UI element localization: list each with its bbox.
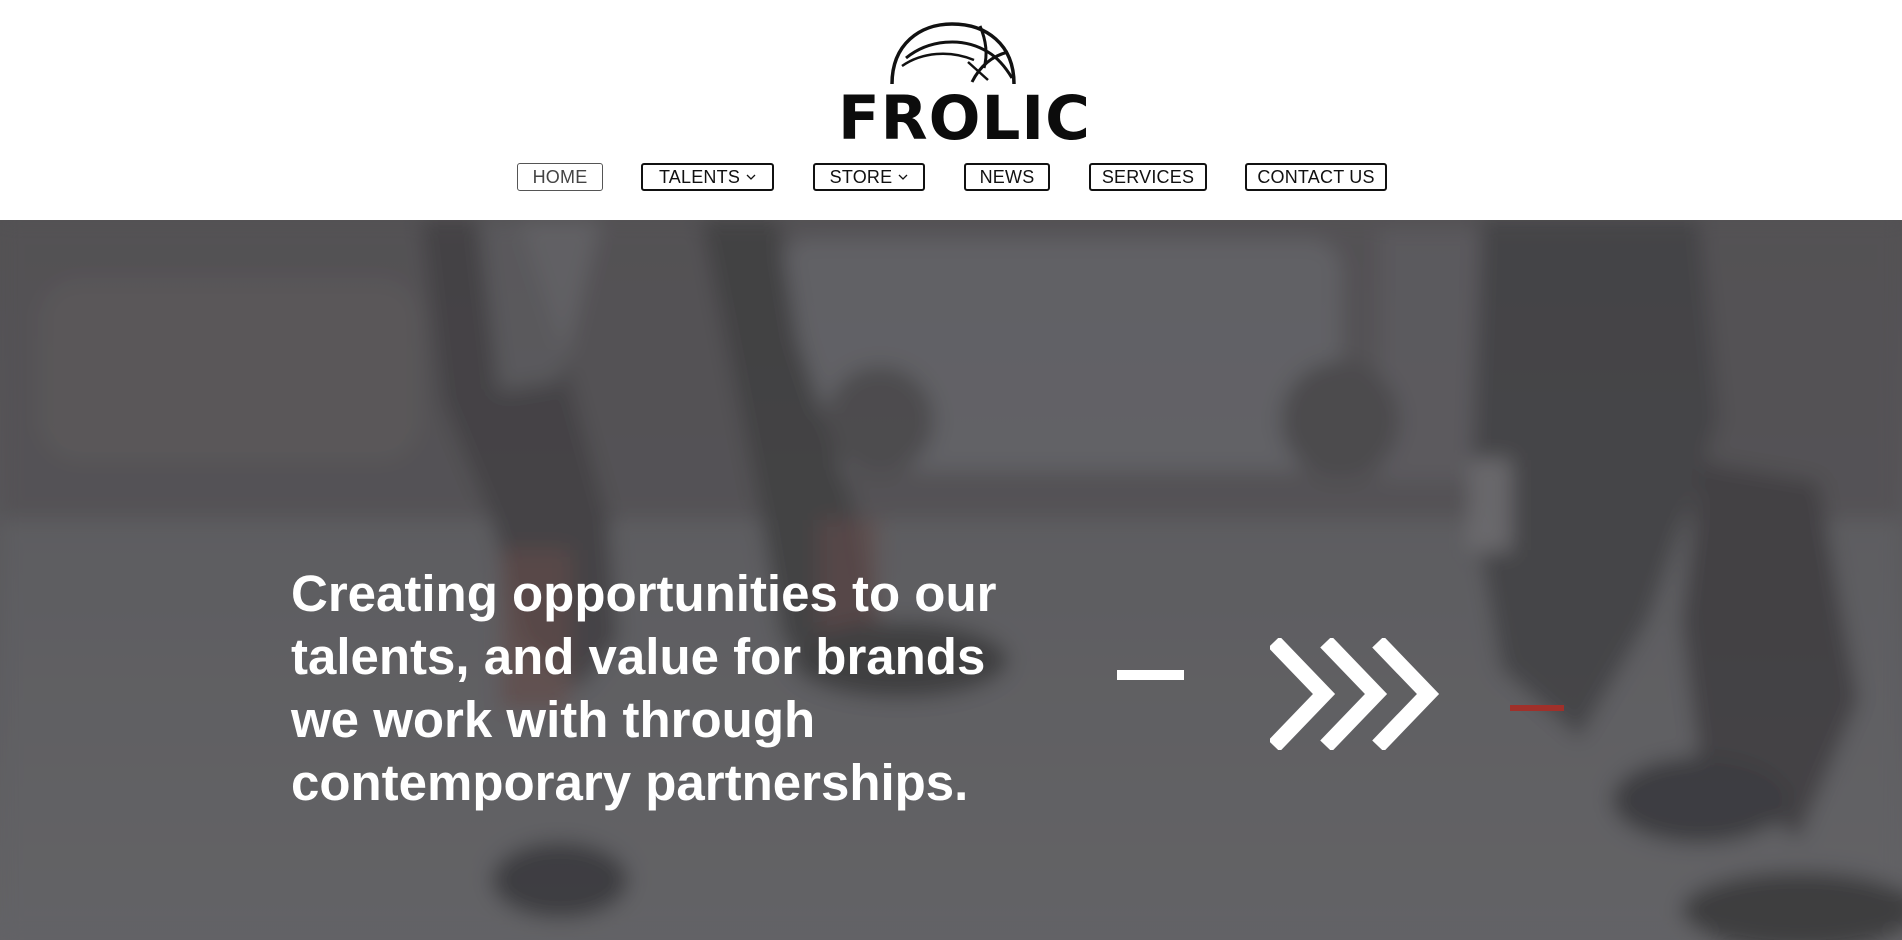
- hero-section: Creating opportunities to our talents, a…: [0, 220, 1902, 940]
- nav-store-label: STORE: [829, 166, 893, 187]
- nav-services[interactable]: SERVICES: [1089, 163, 1207, 191]
- nav-home[interactable]: HOME: [517, 163, 603, 191]
- hero-heading: Creating opportunities to our talents, a…: [291, 565, 997, 811]
- nav-services-label: SERVICES: [1101, 166, 1195, 187]
- nav-contact-us[interactable]: CONTACT US: [1245, 163, 1387, 191]
- nav-news[interactable]: NEWS: [964, 163, 1050, 191]
- nav-talents-label: TALENTS: [658, 166, 741, 187]
- brand-logo[interactable]: FROLIC: [838, 22, 1090, 149]
- nav-contact-us-label: CONTACT US: [1257, 166, 1375, 187]
- chevron-down-icon: [898, 174, 908, 180]
- nav-news-label: NEWS: [979, 166, 1035, 187]
- brand-name: FROLIC: [838, 83, 1091, 154]
- basketball-icon: [890, 22, 1016, 85]
- nav-talents[interactable]: TALENTS: [641, 163, 774, 191]
- nav-home-label: HOME: [532, 166, 588, 187]
- page: FROLIC HOME TALENTS STORE NEWS SERVICES …: [0, 0, 1902, 940]
- site-header: FROLIC HOME TALENTS STORE NEWS SERVICES …: [0, 0, 1902, 220]
- dash-icon: [1117, 670, 1184, 680]
- main-nav: HOME TALENTS STORE NEWS SERVICES CONTACT…: [0, 163, 1902, 195]
- chevron-down-icon: [746, 174, 756, 180]
- triple-chevron-right-icon: [1270, 638, 1440, 750]
- accent-dash-icon: [1510, 705, 1564, 711]
- nav-store[interactable]: STORE: [813, 163, 925, 191]
